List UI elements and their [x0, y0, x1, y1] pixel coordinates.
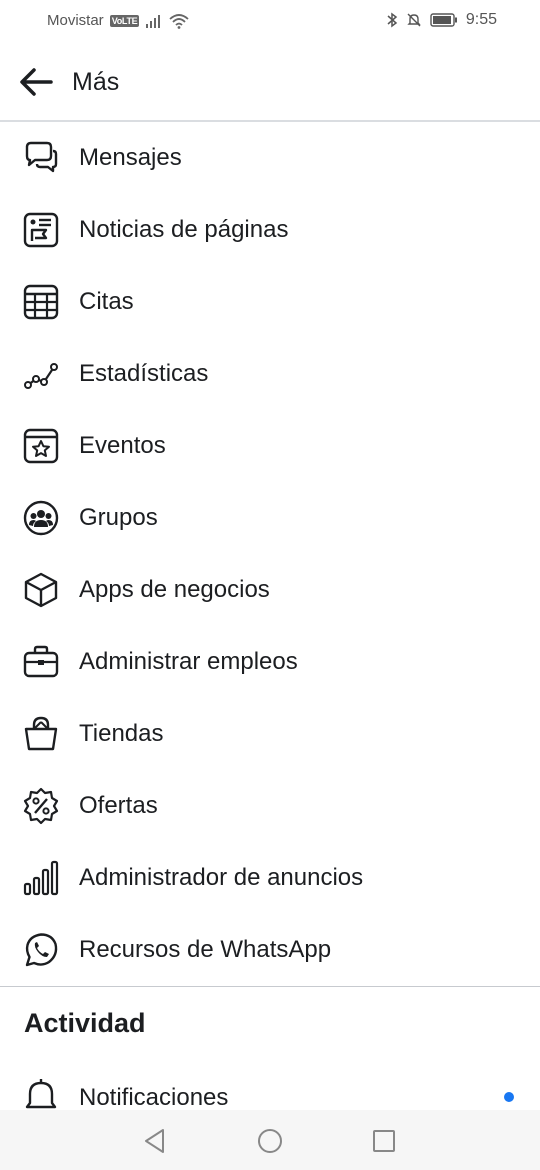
menu-item-grupos[interactable]: Grupos [0, 482, 540, 554]
menu-item-label: Apps de negocios [79, 576, 270, 603]
menu-item-label: Citas [79, 288, 134, 315]
menu-item-label: Eventos [79, 432, 166, 459]
offers-percent-icon [22, 787, 60, 825]
menu-item-noticias-paginas[interactable]: Noticias de páginas [0, 194, 540, 266]
menu-item-label: Mensajes [79, 144, 182, 171]
mute-bell-icon [406, 12, 422, 28]
menu-item-recursos-whatsapp[interactable]: Recursos de WhatsApp [0, 914, 540, 986]
briefcase-icon [22, 643, 60, 681]
top-app-bar: Más [0, 42, 540, 122]
menu-item-ofertas[interactable]: Ofertas [0, 770, 540, 842]
section-divider [0, 986, 540, 987]
nav-recents-button[interactable] [369, 1126, 399, 1156]
event-star-icon [22, 427, 60, 465]
menu-item-apps-negocios[interactable]: Apps de negocios [0, 554, 540, 626]
more-menu-list: Mensajes Noticias de páginas Citas Estad… [0, 122, 540, 986]
menu-item-label: Tiendas [79, 720, 164, 747]
groups-icon [22, 499, 60, 537]
menu-item-label: Noticias de páginas [79, 216, 289, 243]
menu-item-label: Notificaciones [79, 1084, 229, 1111]
menu-item-label: Grupos [79, 504, 158, 531]
page-title: Más [72, 68, 120, 96]
section-title-actividad: Actividad [24, 1008, 146, 1038]
bell-icon [22, 1076, 60, 1114]
calendar-icon [22, 283, 60, 321]
menu-item-label: Recursos de WhatsApp [79, 936, 332, 963]
whatsapp-icon [22, 931, 60, 969]
ads-bar-chart-icon [22, 859, 60, 897]
page-news-icon [22, 211, 60, 249]
insights-icon [22, 355, 60, 393]
menu-item-mensajes[interactable]: Mensajes [0, 122, 540, 194]
menu-item-citas[interactable]: Citas [0, 266, 540, 338]
menu-item-estadisticas[interactable]: Estadísticas [0, 338, 540, 410]
clock: 9:55 [465, 11, 497, 28]
bluetooth-icon [386, 12, 398, 28]
battery-icon [430, 13, 458, 27]
back-button[interactable] [16, 62, 56, 102]
menu-item-label: Administrador de anuncios [79, 864, 364, 891]
menu-item-eventos[interactable]: Eventos [0, 410, 540, 482]
wifi-icon [169, 13, 189, 29]
menu-item-label: Ofertas [79, 792, 158, 819]
carrier-name: Movistar [47, 12, 104, 29]
menu-item-tiendas[interactable]: Tiendas [0, 698, 540, 770]
square-recents-icon [372, 1129, 396, 1153]
menu-item-administrar-empleos[interactable]: Administrar empleos [0, 626, 540, 698]
status-left: Movistar VoLTE [47, 12, 189, 29]
shopping-bag-icon [22, 715, 60, 753]
back-arrow-icon [19, 67, 53, 97]
menu-item-label: Estadísticas [79, 360, 209, 387]
circle-home-icon [257, 1128, 283, 1154]
status-right: 9:55 [386, 11, 497, 29]
system-navigation-bar [0, 1110, 540, 1170]
menu-item-administrador-anuncios[interactable]: Administrador de anuncios [0, 842, 540, 914]
cube-icon [22, 571, 60, 609]
status-bar: Movistar VoLTE 9:55 [0, 0, 540, 42]
unread-indicator-dot [504, 1092, 514, 1102]
nav-home-button[interactable] [255, 1126, 285, 1156]
menu-item-label: Administrar empleos [79, 648, 298, 675]
nav-back-button[interactable] [140, 1126, 170, 1156]
volte-badge: VoLTE [109, 14, 140, 27]
messages-icon [22, 139, 60, 177]
signal-icon [145, 14, 163, 28]
triangle-back-icon [143, 1128, 167, 1154]
